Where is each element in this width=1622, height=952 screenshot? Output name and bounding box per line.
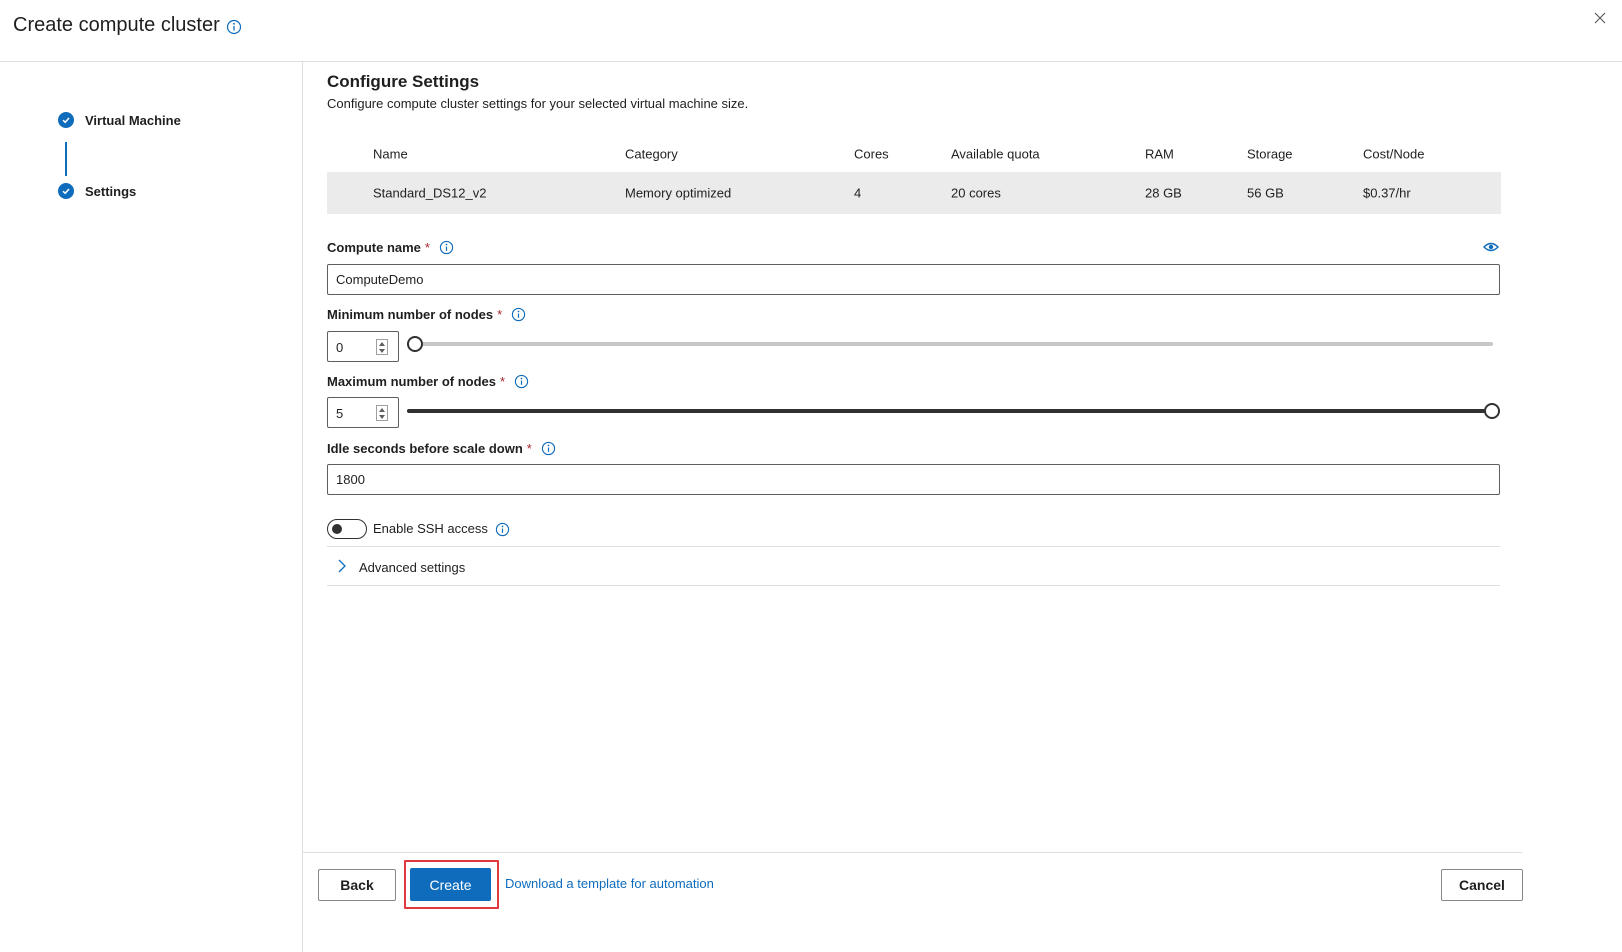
info-icon[interactable]	[495, 522, 510, 540]
column-header-quota: Available quota	[951, 146, 1040, 162]
slider-thumb[interactable]	[1484, 403, 1500, 419]
max-nodes-stepper[interactable]: 5	[327, 397, 399, 428]
max-nodes-label-text: Maximum number of nodes	[327, 374, 497, 389]
table-row: Standard_DS12_v2 Memory optimized 4 20 c…	[327, 172, 1501, 214]
dialog-footer: Back Create Download a template for auto…	[303, 852, 1523, 952]
dialog-header: Create compute cluster	[0, 0, 1622, 62]
cell-name: Standard_DS12_v2	[373, 185, 487, 201]
idle-seconds-input[interactable]: 1800	[327, 464, 1500, 495]
spin-arrows-icon[interactable]	[376, 339, 388, 355]
advanced-settings-expander[interactable]: Advanced settings	[327, 547, 1500, 585]
info-icon[interactable]	[511, 307, 526, 322]
ssh-toggle[interactable]	[327, 519, 367, 539]
toggle-knob	[332, 524, 342, 534]
max-nodes-value: 5	[336, 406, 344, 421]
cell-storage: 56 GB	[1247, 185, 1284, 201]
create-button[interactable]: Create	[410, 868, 491, 901]
column-header-name: Name	[373, 146, 408, 162]
section-heading: Configure Settings	[327, 72, 480, 91]
idle-seconds-label-text: Idle seconds before scale down	[327, 441, 523, 456]
slider-thumb[interactable]	[407, 336, 423, 352]
chevron-right-icon	[337, 559, 347, 576]
max-nodes-slider[interactable]	[407, 403, 1500, 419]
info-icon[interactable]	[439, 240, 454, 255]
download-template-link[interactable]: Download a template for automation	[505, 876, 714, 891]
min-nodes-stepper[interactable]: 0	[327, 331, 399, 362]
spin-arrows-icon[interactable]	[376, 405, 388, 421]
cell-quota: 20 cores	[951, 185, 1001, 201]
table-header-row: Name Category Cores Available quota RAM …	[327, 136, 1501, 172]
checkmark-icon	[58, 112, 74, 128]
cell-category: Memory optimized	[625, 185, 732, 201]
min-nodes-label-text: Minimum number of nodes	[327, 307, 494, 322]
advanced-settings-label: Advanced settings	[359, 560, 466, 575]
step-label: Settings	[85, 183, 137, 199]
required-asterisk: *	[500, 374, 506, 389]
wizard-sidebar: Virtual Machine Settings	[0, 62, 303, 952]
slider-fill	[407, 409, 1492, 413]
dialog-title: Create compute cluster	[13, 14, 220, 36]
required-asterisk: *	[424, 240, 430, 255]
checkmark-icon	[58, 183, 74, 199]
column-header-ram: RAM	[1145, 146, 1174, 162]
info-icon[interactable]	[514, 374, 529, 389]
info-icon[interactable]	[541, 441, 556, 456]
compute-name-label-text: Compute name	[327, 240, 421, 255]
column-header-storage: Storage	[1247, 146, 1293, 162]
column-header-category: Category	[625, 146, 678, 162]
vm-size-table: Name Category Cores Available quota RAM …	[327, 136, 1501, 214]
section-subtitle: Configure compute cluster settings for y…	[327, 96, 749, 111]
min-nodes-label: Minimum number of nodes *	[327, 307, 526, 322]
cell-cost: $0.37/hr	[1363, 185, 1411, 201]
step-virtual-machine[interactable]: Virtual Machine	[58, 112, 181, 128]
required-asterisk: *	[526, 441, 532, 456]
compute-name-input[interactable]: ComputeDemo	[327, 264, 1500, 295]
divider	[327, 585, 1500, 586]
step-label: Virtual Machine	[85, 112, 181, 128]
max-nodes-label: Maximum number of nodes *	[327, 374, 529, 389]
slider-track	[407, 342, 1493, 346]
idle-seconds-label: Idle seconds before scale down *	[327, 441, 556, 456]
step-connector	[65, 142, 67, 176]
compute-name-label: Compute name *	[327, 240, 454, 255]
back-button[interactable]: Back	[318, 869, 396, 901]
cell-cores: 4	[854, 185, 862, 201]
cancel-button[interactable]: Cancel	[1441, 869, 1523, 901]
info-icon[interactable]	[226, 19, 242, 38]
eye-icon[interactable]	[1483, 241, 1499, 256]
min-nodes-value: 0	[336, 340, 344, 355]
step-settings[interactable]: Settings	[58, 183, 136, 199]
ssh-toggle-label: Enable SSH access	[373, 521, 488, 536]
column-header-cost: Cost/Node	[1363, 146, 1425, 162]
column-header-cores: Cores	[854, 146, 889, 162]
cell-ram: 28 GB	[1145, 185, 1182, 201]
required-asterisk: *	[497, 307, 503, 322]
min-nodes-slider[interactable]	[407, 336, 1493, 352]
close-icon[interactable]	[1592, 10, 1612, 30]
